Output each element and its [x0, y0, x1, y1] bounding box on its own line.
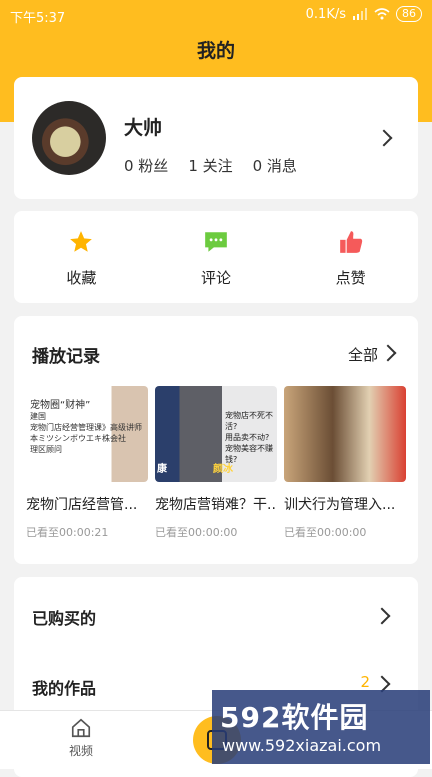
works-count: 2 — [360, 673, 370, 691]
battery-indicator: 86 — [396, 6, 422, 22]
thumb-text: 理区顾问 — [30, 445, 62, 454]
history-list: 宠物圈“财神” 建国 宠物门店经营管理课》高级讲师 本ミツシンボウエキ株会社 理… — [26, 386, 406, 540]
video-title: 宠物店营销难？干... — [155, 497, 277, 513]
watermark: 592软件园 www.592xiazai.com — [212, 690, 430, 764]
network-speed: 0.1K/s — [305, 6, 346, 22]
thumb-text: 宠物门店经营管理课》高级讲师 — [30, 423, 142, 432]
likes-button[interactable]: 点赞 — [283, 211, 418, 303]
video-title: 宠物门店经营管... — [26, 497, 138, 513]
page-title: 我的 — [196, 40, 235, 62]
comment-icon — [205, 232, 227, 252]
thumb-text: 宠物店不死不活? — [225, 411, 273, 431]
history-title: 播放记录 — [32, 347, 100, 367]
avatar[interactable] — [32, 101, 106, 175]
status-right: 0.1K/s 86 — [306, 6, 422, 22]
history-item[interactable]: 训犬行为管理入... 已看至00:00:00 — [284, 386, 406, 540]
wifi-icon — [374, 8, 390, 20]
thumb-text: 本ミツシンボウエキ株会社 — [30, 434, 126, 443]
follows-count[interactable]: 1 关注 — [188, 155, 232, 176]
favorites-button[interactable]: 收藏 — [14, 211, 149, 303]
home-icon — [71, 718, 91, 738]
thumb-text: 宠物圈“财神” — [30, 400, 91, 411]
profile-name: 大帅 — [124, 117, 163, 139]
chevron-right-icon[interactable] — [375, 129, 393, 147]
history-item[interactable]: 宠物圈“财神” 建国 宠物门店经营管理课》高级讲师 本ミツシンボウエキ株会社 理… — [26, 386, 148, 540]
likes-label: 点赞 — [335, 269, 366, 287]
profile-stats: 0 粉丝 1 关注 0 消息 — [124, 155, 297, 176]
tab-video[interactable]: 视频 — [54, 717, 108, 759]
video-thumbnail[interactable]: 宠物圈“财神” 建国 宠物门店经营管理课》高级讲师 本ミツシンボウエキ株会社 理… — [26, 386, 148, 482]
chevron-right-icon[interactable] — [379, 344, 397, 362]
watch-progress: 已看至00:00:21 — [26, 526, 109, 539]
messages-count[interactable]: 0 消息 — [253, 155, 297, 176]
thumb-text: 用品卖不动? — [225, 433, 270, 442]
video-title: 训犬行为管理入... — [284, 497, 396, 513]
status-bar: 下午5:37 0.1K/s 86 — [0, 0, 432, 30]
watermark-brand: 592软件园 — [220, 701, 369, 734]
profile-card[interactable]: 大帅 0 粉丝 1 关注 0 消息 — [14, 77, 418, 199]
my-works-label[interactable]: 我的作品 — [32, 675, 96, 699]
purchased-label[interactable]: 已购买的 — [32, 605, 96, 629]
thumb-text: 颜冰 — [213, 464, 233, 475]
status-time: 下午5:37 — [10, 11, 66, 26]
thumb-text: 建国 — [30, 412, 46, 421]
favorites-label: 收藏 — [66, 269, 97, 287]
watch-progress: 已看至00:00:00 — [155, 526, 238, 539]
thumbs-up-icon — [339, 231, 362, 253]
video-thumbnail[interactable]: 宠物店不死不活? 用品卖不动? 宠物美容不赚钱? 康 颜冰 — [155, 386, 277, 482]
chevron-right-icon[interactable] — [373, 607, 391, 625]
actions-card: 收藏 评论 点赞 — [14, 211, 418, 303]
video-thumbnail[interactable] — [284, 386, 406, 482]
comments-button[interactable]: 评论 — [149, 211, 284, 303]
thumb-text: 康 — [157, 464, 167, 475]
history-item[interactable]: 宠物店不死不活? 用品卖不动? 宠物美容不赚钱? 康 颜冰 宠物店营销难？干..… — [155, 386, 277, 540]
thumb-text: 宠物美容不赚钱? — [225, 444, 273, 464]
star-icon — [70, 231, 93, 252]
watermark-url: www.592xiazai.com — [222, 736, 382, 755]
comments-label: 评论 — [201, 269, 232, 287]
signal-icon — [353, 8, 367, 20]
play-history-card: 播放记录 全部 宠物圈“财神” 建国 宠物门店经营管理课》高级讲师 本ミツシンボ… — [14, 316, 418, 564]
fans-count[interactable]: 0 粉丝 — [124, 155, 168, 176]
tab-video-label: 视频 — [68, 744, 93, 758]
history-all-link[interactable]: 全部 — [348, 344, 378, 365]
watch-progress: 已看至00:00:00 — [284, 526, 367, 539]
